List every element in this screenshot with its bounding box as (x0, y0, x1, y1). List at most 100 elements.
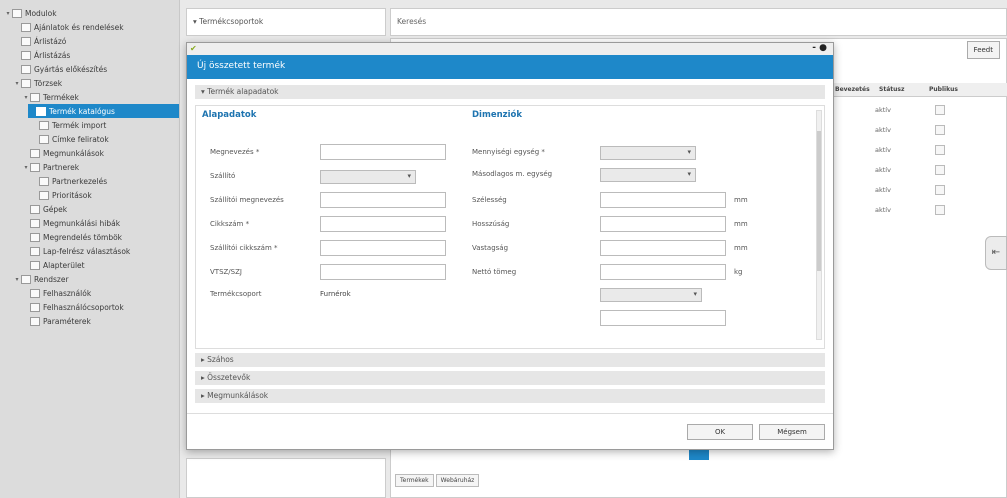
secondary-unit-label: Másodlagos m. egység (472, 170, 553, 178)
table-row[interactable]: aktív (831, 201, 1007, 221)
sidebar-item[interactable]: Gépek (0, 202, 179, 216)
public-checkbox[interactable] (935, 125, 945, 135)
sidebar-item[interactable]: Partnerkezelés (0, 174, 179, 188)
sidebar-item[interactable]: Címke feliratok (0, 132, 179, 146)
panel-collapse-arrow-icon[interactable]: ⇤ (985, 236, 1007, 270)
dimensions-title: Dimenziók (472, 110, 522, 120)
sidebar-item[interactable]: Megmunkálások (0, 146, 179, 160)
public-checkbox[interactable] (935, 205, 945, 215)
tab-products[interactable]: Termékek (395, 474, 434, 487)
weight-unit-select[interactable] (600, 288, 702, 302)
expand-toggle-icon[interactable]: ▾ (22, 94, 30, 101)
unit-select[interactable] (600, 146, 696, 160)
sidebar-item[interactable]: Termék katalógus (28, 104, 179, 118)
supplier-select[interactable] (320, 170, 416, 184)
sidebar-item-label: Megrendelés tömbök (43, 232, 123, 242)
length-input[interactable] (600, 216, 726, 232)
search-bar[interactable]: Keresés (390, 8, 1007, 36)
sidebar-item[interactable]: Prioritások (0, 188, 179, 202)
dialog-toolbar: ✔ - ● (187, 43, 833, 55)
tab-webshop[interactable]: Webáruház (435, 474, 480, 487)
grid-header: Bevezetés Státusz Publikus (831, 83, 1007, 97)
node-icon (12, 8, 22, 18)
cancel-button[interactable]: Mégsem (759, 424, 825, 440)
thickness-label: Vastagság (472, 244, 509, 252)
window-controls-icon[interactable]: - ● (812, 43, 827, 53)
sidebar-item-label: Prioritások (52, 190, 92, 200)
sidebar-item[interactable]: Ajánlatok és rendelések (0, 20, 179, 34)
sidebar-item[interactable]: Felhasználók (0, 286, 179, 300)
sidebar-item[interactable]: Megrendelés tömbök (0, 230, 179, 244)
node-icon (21, 22, 31, 32)
sidebar-item[interactable]: ▾ Törzsek (0, 76, 179, 90)
sidebar-item[interactable]: Megmunkálási hibák (0, 216, 179, 230)
thickness-input[interactable] (600, 240, 726, 256)
grid-header-intro[interactable]: Bevezetés (831, 83, 875, 96)
sidebar-item[interactable]: ▾ Partnerek (0, 160, 179, 174)
expand-toggle-icon[interactable]: ▾ (22, 164, 30, 171)
sidebar-item-label: Rendszer (34, 274, 69, 284)
accordion-details[interactable]: ▸ Száhos (195, 353, 825, 367)
net-weight-input[interactable] (600, 264, 726, 280)
name-input[interactable] (320, 144, 446, 160)
sidebar-item[interactable]: Alapterület (0, 258, 179, 272)
basic-data-form: Alapadatok Dimenziók Megnevezés * Szállí… (195, 105, 825, 349)
ok-button[interactable]: OK (687, 424, 753, 440)
public-checkbox[interactable] (935, 145, 945, 155)
form-scrollbar[interactable] (816, 110, 822, 340)
grid-header-public[interactable]: Publikus (925, 83, 975, 96)
form-scrollbar-thumb[interactable] (817, 131, 821, 271)
node-icon (21, 78, 31, 88)
accordion-components[interactable]: ▸ Összetevők (195, 371, 825, 385)
public-checkbox[interactable] (935, 105, 945, 115)
new-product-button[interactable]: Feedt (966, 41, 1000, 59)
sidebar-item[interactable]: Felhasználócsoportok (0, 300, 179, 314)
item-number-input[interactable] (320, 216, 446, 232)
table-row[interactable]: aktív (831, 161, 1007, 181)
table-row[interactable]: aktív (831, 101, 1007, 121)
accordion-operations[interactable]: ▸ Megmunkálások (195, 389, 825, 403)
node-icon (21, 50, 31, 60)
vtsz-input[interactable] (320, 264, 446, 280)
status-cell: aktív (875, 206, 891, 214)
extra-input[interactable] (600, 310, 726, 326)
section-basic-data-header[interactable]: ▾ Termék alapadatok (195, 85, 825, 99)
table-row[interactable]: aktív (831, 181, 1007, 201)
sidebar-item-label: Árlistázó (34, 36, 67, 46)
status-cell: aktív (875, 126, 891, 134)
sidebar-item[interactable]: ▾ Termékek (0, 90, 179, 104)
dialog-title: Új összetett termék (187, 55, 833, 79)
public-checkbox[interactable] (935, 165, 945, 175)
width-input[interactable] (600, 192, 726, 208)
secondary-unit-select[interactable] (600, 168, 696, 182)
node-icon (39, 134, 49, 144)
new-composite-product-dialog: ✔ - ● Új összetett termék ▾ Termék alapa… (186, 42, 834, 450)
sidebar-item[interactable]: Termék import (0, 118, 179, 132)
sidebar-item-label: Partnerek (43, 162, 80, 172)
sidebar-item-label: Modulok (25, 8, 57, 18)
grid-header-status[interactable]: Státusz (875, 83, 925, 96)
node-icon (30, 148, 40, 158)
unit-label: Mennyiségi egység * (472, 148, 545, 156)
sidebar-item[interactable]: Árlistázás (0, 48, 179, 62)
node-icon (39, 120, 49, 130)
expand-toggle-icon[interactable]: ▾ (13, 276, 21, 283)
sidebar-item[interactable]: Gyártás előkészítés (0, 62, 179, 76)
public-checkbox[interactable] (935, 185, 945, 195)
product-group-dropdown[interactable]: ▾ Termékcsoportok (186, 8, 386, 36)
sidebar-item-label: Termék import (52, 120, 107, 130)
table-row[interactable]: aktív (831, 121, 1007, 141)
product-group-value: Furnérok (320, 290, 351, 298)
sidebar-item[interactable]: ▾ Modulok (0, 6, 179, 20)
expand-toggle-icon[interactable]: ▾ (13, 80, 21, 87)
supplier-name-input[interactable] (320, 192, 446, 208)
node-icon (36, 106, 46, 116)
sidebar-item[interactable]: Paraméterek (0, 314, 179, 328)
expand-toggle-icon[interactable]: ▾ (4, 10, 12, 17)
table-row[interactable]: aktív (831, 141, 1007, 161)
supplier-item-number-input[interactable] (320, 240, 446, 256)
sidebar-item[interactable]: Lap-felrész választások (0, 244, 179, 258)
sidebar-item[interactable]: Árlistázó (0, 34, 179, 48)
sidebar-tree: ▾ Modulok Ajánlatok és rendelések Árlistázó… (0, 0, 180, 498)
sidebar-item[interactable]: ▾ Rendszer (0, 272, 179, 286)
